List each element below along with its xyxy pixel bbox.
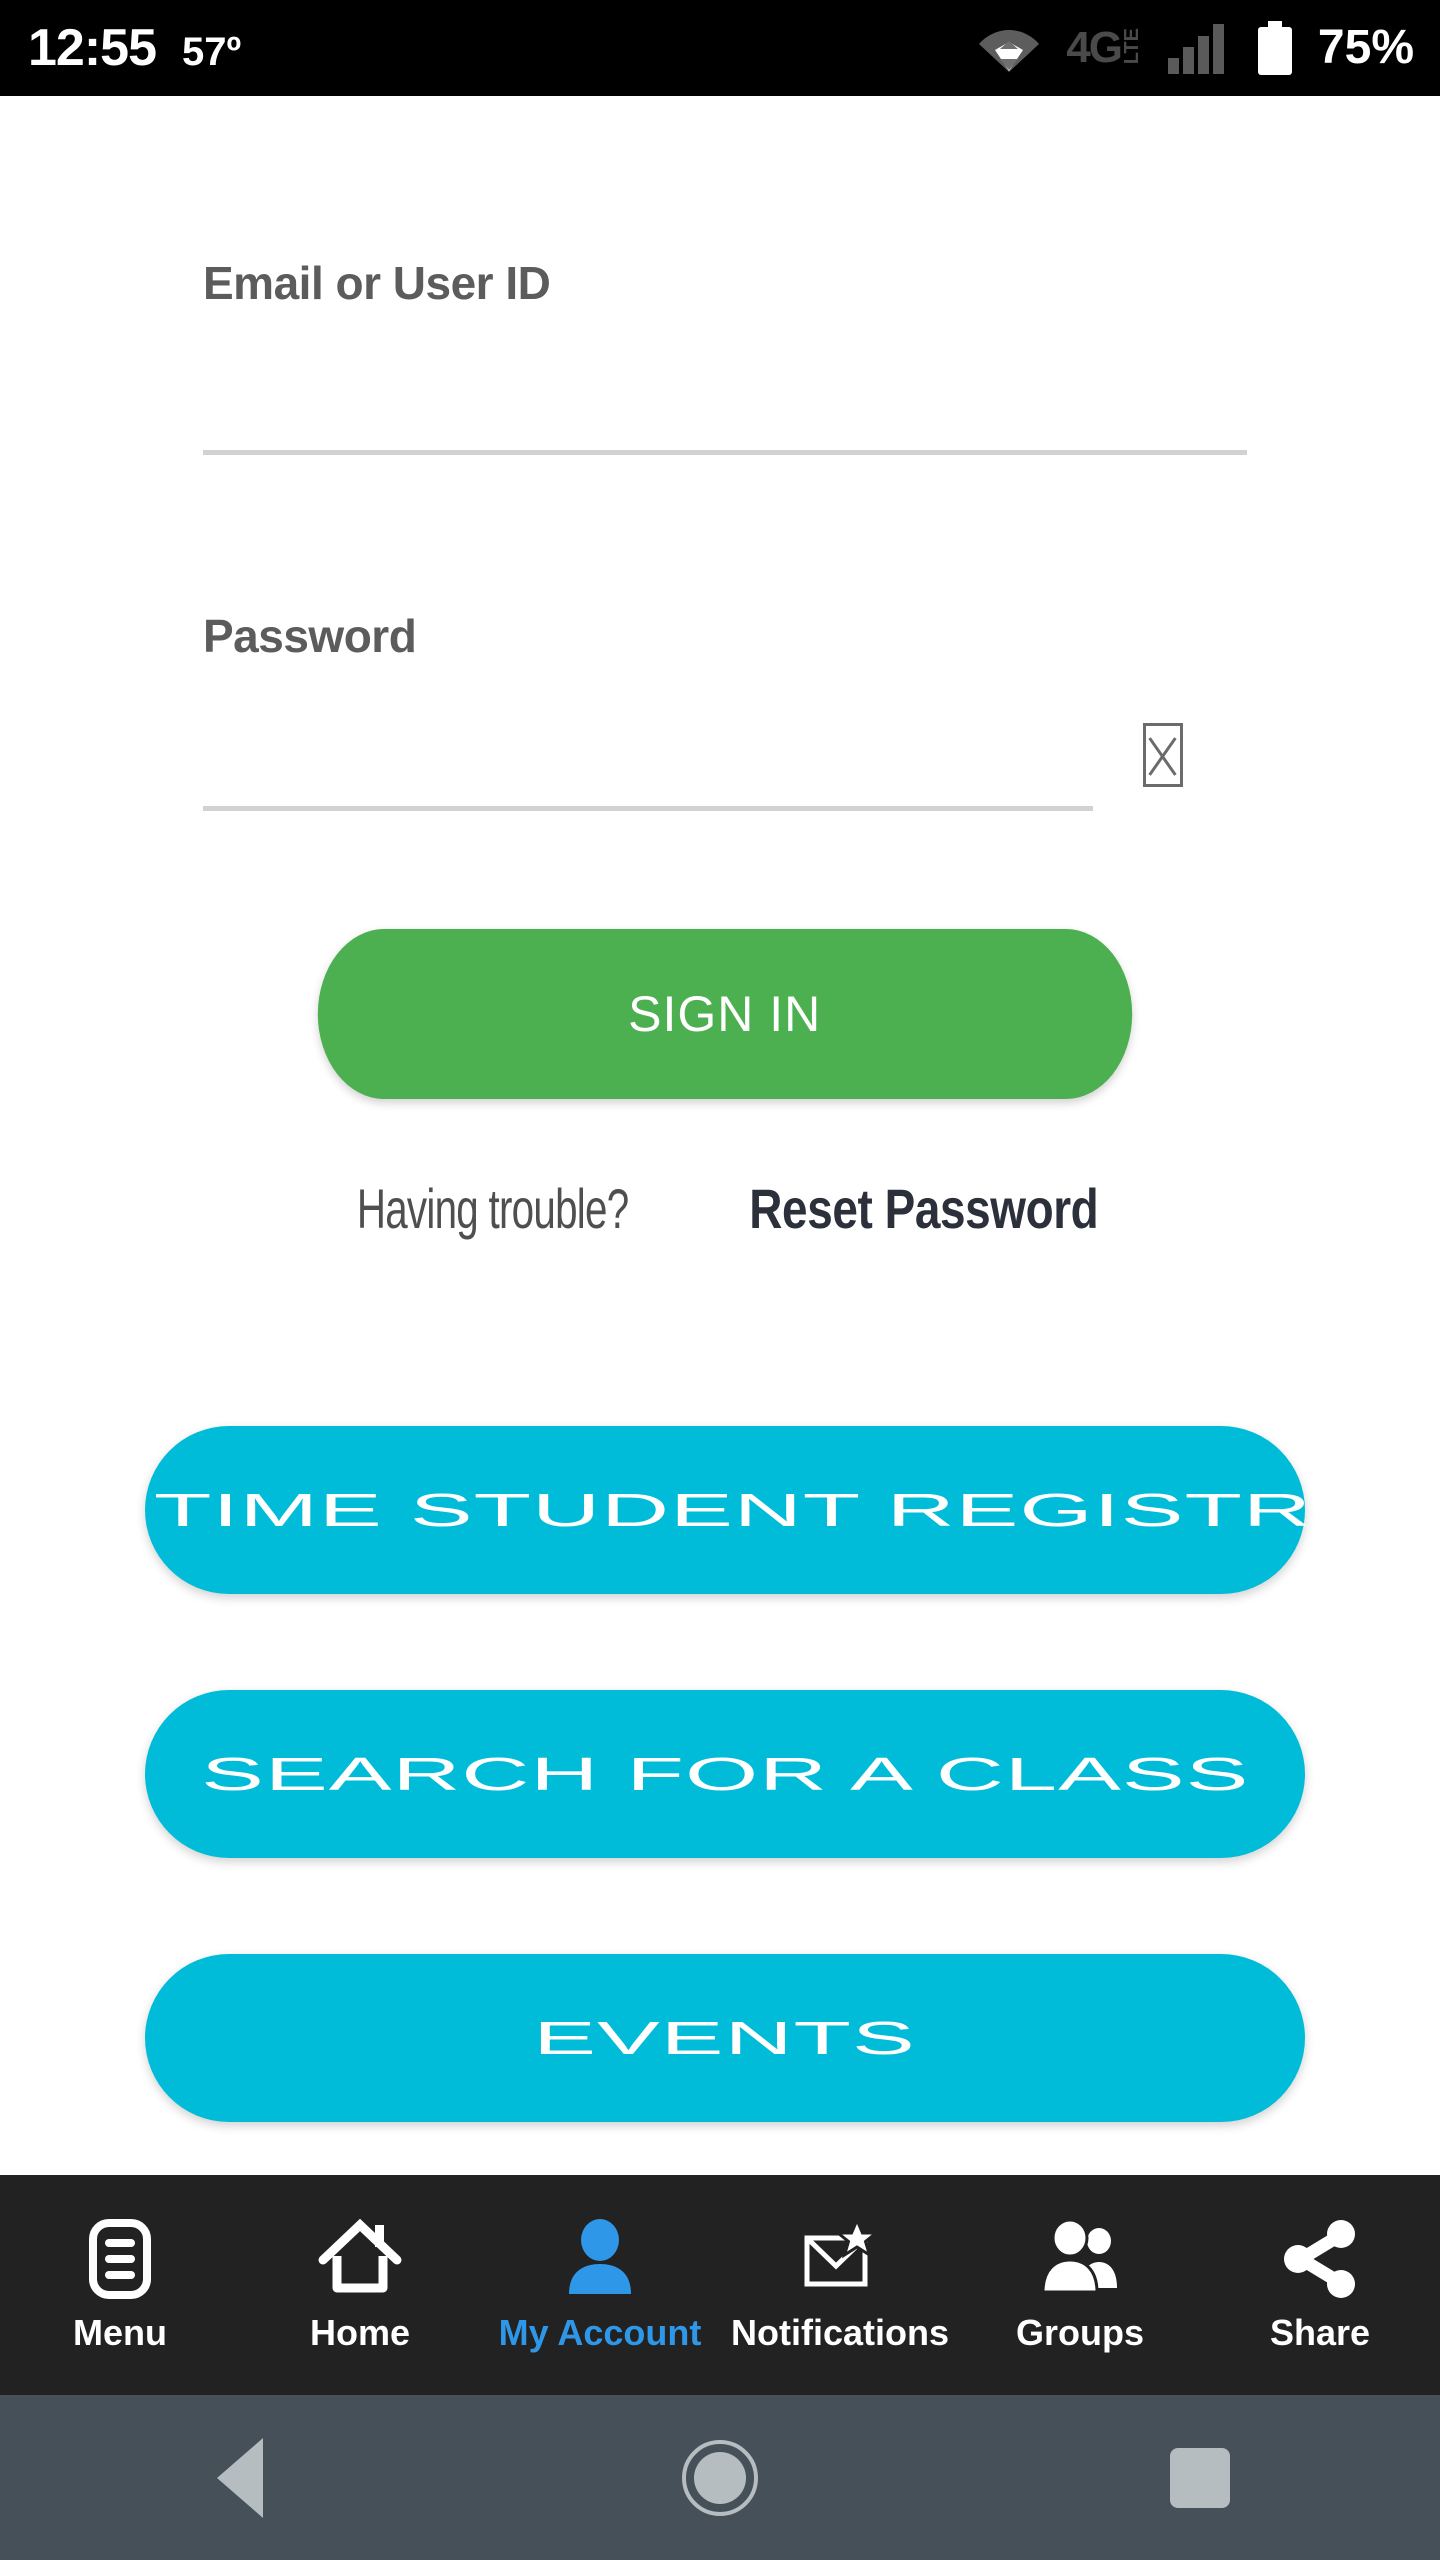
people-group-icon [1037, 2216, 1123, 2302]
network-type-icon: 4G LTE [1066, 23, 1143, 73]
status-temperature: 57º [182, 30, 242, 74]
home-circle-icon [682, 2439, 758, 2516]
person-icon [557, 2216, 643, 2302]
first-time-student-registration-button[interactable]: FIRST TIME STUDENT REGISTRATION [0, 1426, 1440, 1594]
system-home-button[interactable] [660, 2418, 780, 2538]
android-system-bar [0, 2395, 1440, 2560]
reset-password-link[interactable]: Reset Password [749, 1176, 1098, 1241]
back-triangle-icon [217, 2437, 263, 2518]
password-input[interactable] [203, 736, 1093, 806]
events-label: EVENTS [533, 2012, 917, 2064]
having-trouble-label: Having trouble? [356, 1177, 628, 1240]
signal-bars-icon [1167, 22, 1232, 74]
email-field-group: Email or User ID [203, 256, 1247, 455]
nav-item-menu-label: Menu [73, 2312, 167, 2353]
nav-item-home-label: Home [309, 2312, 411, 2353]
password-field-label: Password [203, 610, 417, 662]
status-time: 12:55 [28, 19, 157, 77]
status-bar-left: 12:55 57º [0, 22, 241, 74]
missing-glyph-box-icon[interactable] [1143, 723, 1183, 787]
search-for-a-class-label: SEARCH FOR A CLASS [200, 1748, 1250, 1800]
envelope-star-icon [797, 2216, 883, 2302]
nav-item-menu[interactable]: Menu [0, 2175, 240, 2395]
nav-item-groups[interactable]: Groups [960, 2175, 1200, 2395]
nav-item-notifications[interactable]: Notifications [720, 2175, 960, 2395]
bottom-navigation-bar: Menu Home My Account Notifications Group… [0, 2175, 1440, 2395]
password-input-row [203, 723, 1247, 811]
menu-list-icon [77, 2216, 163, 2302]
password-field-group: Password [203, 609, 1247, 811]
nav-item-home[interactable]: Home [240, 2175, 480, 2395]
status-bar-right: 4G LTE 75% [978, 21, 1440, 75]
search-for-a-class-button[interactable]: SEARCH FOR A CLASS [145, 1690, 1305, 1858]
nav-item-groups-label: Groups [1015, 2312, 1144, 2353]
battery-icon [1257, 21, 1292, 75]
password-field-underline [203, 806, 1093, 811]
email-field-label: Email or User ID [203, 257, 551, 309]
battery-percent-label: 75% [1317, 21, 1414, 74]
system-back-button[interactable] [180, 2418, 300, 2538]
first-time-student-registration-label: FIRST TIME STUDENT REGISTRATION [0, 1484, 1440, 1536]
login-screen: Email or User ID Password SIGN IN Having… [0, 96, 1440, 2175]
status-bar: 12:55 57º 4G LTE 75% [0, 0, 1440, 96]
email-field-underline [203, 450, 1247, 455]
nav-item-share[interactable]: Share [1200, 2175, 1440, 2395]
help-row: Having trouble? Reset Password [0, 1176, 1440, 1241]
home-icon [317, 2216, 403, 2302]
share-nodes-icon [1277, 2216, 1363, 2302]
password-input-column [203, 736, 1093, 811]
email-input[interactable] [203, 380, 1247, 450]
nav-item-my-account-label: My Account [498, 2312, 702, 2353]
events-button[interactable]: EVENTS [145, 1954, 1305, 2122]
nav-item-my-account[interactable]: My Account [480, 2175, 720, 2395]
network-label: 4G [1066, 23, 1123, 73]
nav-item-share-label: Share [1269, 2312, 1371, 2353]
recents-square-icon [1170, 2447, 1230, 2508]
system-recents-button[interactable] [1140, 2418, 1260, 2538]
wifi-icon [978, 24, 1040, 72]
nav-item-notifications-label: Notifications [730, 2312, 949, 2353]
network-tech-label: LTE [1120, 28, 1143, 65]
sign-in-button-label: SIGN IN [628, 986, 822, 1042]
sign-in-button[interactable]: SIGN IN [317, 929, 1133, 1099]
